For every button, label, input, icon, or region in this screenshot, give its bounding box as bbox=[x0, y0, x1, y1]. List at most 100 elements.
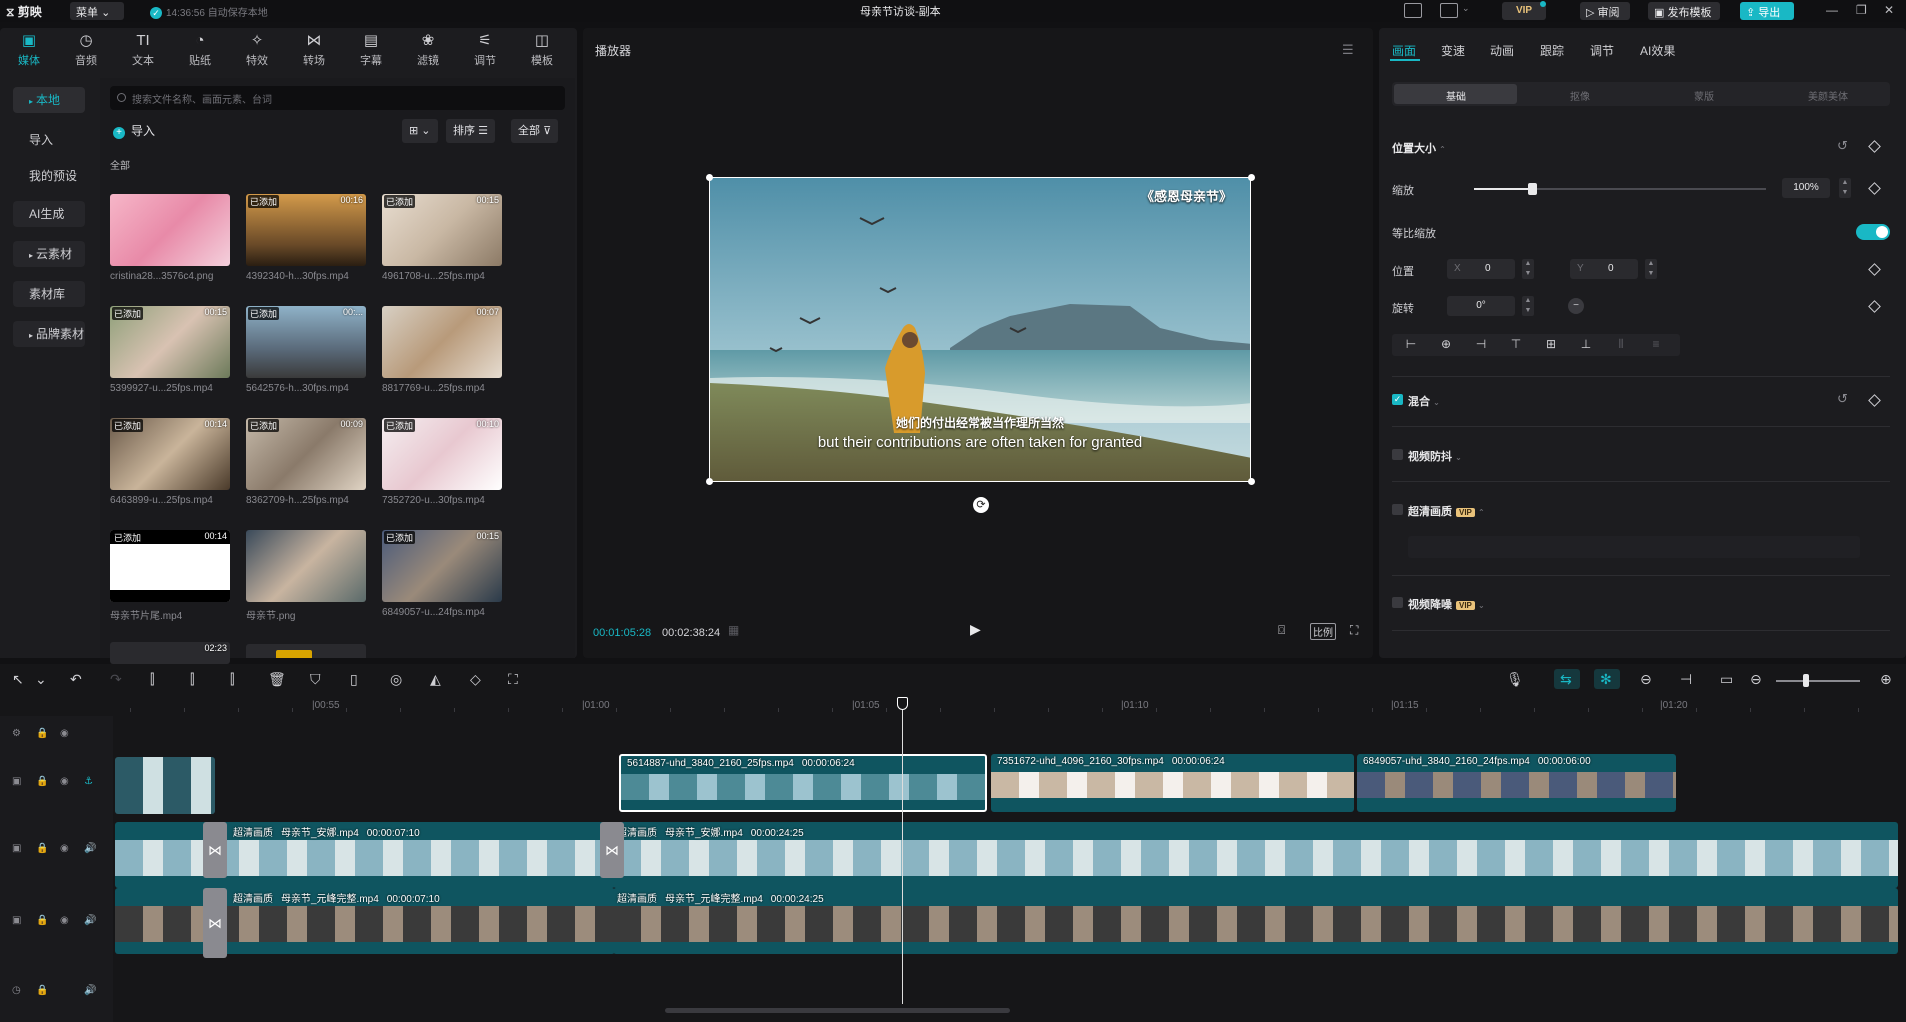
inspector-tab-2[interactable]: 动画 bbox=[1490, 42, 1514, 59]
resize-handle-tl[interactable] bbox=[706, 174, 713, 181]
track-type-icon[interactable]: ▣ bbox=[12, 776, 21, 787]
inspector-subtab-3[interactable]: 美颜美体 bbox=[1766, 88, 1890, 103]
lock-icon[interactable]: 🔒 bbox=[36, 985, 48, 996]
transition-icon[interactable]: ⋈ bbox=[203, 888, 227, 958]
denoise-checkbox[interactable] bbox=[1392, 597, 1403, 608]
inspector-tab-5[interactable]: AI效果 bbox=[1640, 42, 1675, 59]
maximize-icon[interactable]: ❐ bbox=[1856, 3, 1867, 17]
crop-icon[interactable]: ⛶ bbox=[508, 671, 518, 688]
inspector-tab-1[interactable]: 变速 bbox=[1441, 42, 1465, 59]
lock-icon[interactable]: 🔒 bbox=[36, 776, 48, 787]
scale-stepper[interactable]: ▲ ▼ bbox=[1839, 178, 1851, 198]
cover-icon[interactable]: ⚙ bbox=[12, 728, 21, 739]
timeline-clip[interactable]: 超清画质 母亲节_安娜.mp4 00:00:07:10 bbox=[115, 822, 615, 888]
position-y-stepper[interactable]: ▲ ▼ bbox=[1645, 259, 1657, 279]
tool-tab-filter[interactable]: ❀ 滤镜 bbox=[404, 32, 452, 68]
media-item[interactable]: 母亲节.png bbox=[246, 530, 366, 622]
rotate-icon[interactable]: ◇ bbox=[470, 671, 481, 688]
lock-icon[interactable]: 🔒 bbox=[36, 843, 48, 854]
position-size-section[interactable]: 位置大小 ⌃ bbox=[1392, 140, 1446, 156]
eye-icon[interactable]: ◉ bbox=[60, 915, 69, 926]
media-item[interactable]: 已添加 00:15 5399927-u...25fps.mp4 bbox=[110, 306, 230, 394]
chevron-down-icon[interactable]: ⌄ bbox=[1462, 3, 1470, 14]
tool-tab-effect[interactable]: ✧ 特效 bbox=[233, 32, 281, 68]
delete-icon[interactable]: 🗑 bbox=[268, 671, 286, 688]
lock-icon[interactable]: 🔒 bbox=[36, 915, 48, 926]
media-thumbnail[interactable]: 已添加 00:15 bbox=[382, 194, 502, 266]
sidebar-item-1[interactable]: 导入 bbox=[13, 127, 85, 153]
filter-button[interactable]: 全部 ⊽ bbox=[511, 119, 559, 143]
sidebar-item-0[interactable]: ▸ 本地 bbox=[13, 87, 85, 113]
timeline-clip[interactable]: 超清画质 母亲节_元峰完整.mp4 00:00:24:25 bbox=[613, 888, 1898, 954]
tool-tab-media[interactable]: ▣ 媒体 bbox=[5, 32, 53, 68]
hd-section[interactable]: 超清画质 VIP ⌃ bbox=[1408, 503, 1485, 519]
media-item[interactable]: 已添加 00:14 6463899-u...25fps.mp4 bbox=[110, 418, 230, 506]
speed-icon[interactable]: ◎ bbox=[390, 671, 402, 688]
align-left-icon[interactable]: ⊢ bbox=[1394, 337, 1428, 351]
media-thumbnail[interactable]: 已添加 00:15 bbox=[110, 306, 230, 378]
resize-handle-br[interactable] bbox=[1248, 478, 1255, 485]
volume-icon[interactable]: 🔊 bbox=[84, 843, 96, 854]
position-y-input[interactable]: Y0 bbox=[1570, 259, 1638, 279]
tool-tab-adjust[interactable]: ⚟ 调节 bbox=[461, 32, 509, 68]
inspector-subtab-1[interactable]: 抠像 bbox=[1518, 88, 1642, 103]
play-icon[interactable]: ▶ bbox=[970, 621, 981, 638]
track-type-icon[interactable]: ▣ bbox=[12, 843, 21, 854]
align-bottom-icon[interactable]: ⊥ bbox=[1569, 337, 1603, 351]
menu-button[interactable]: 菜单 ⌄ bbox=[70, 2, 124, 20]
rotate-dial-icon[interactable]: − bbox=[1568, 298, 1584, 314]
sidebar-item-2[interactable]: 我的预设 bbox=[13, 163, 85, 189]
media-item[interactable]: cristina28...3576c4.png bbox=[110, 194, 230, 282]
sidebar-item-6[interactable]: ▸ 品牌素材 bbox=[13, 321, 85, 347]
media-thumbnail[interactable]: 已添加 00:14 bbox=[110, 418, 230, 490]
layout-icon[interactable] bbox=[1440, 3, 1458, 18]
menu-icon[interactable]: ☰ bbox=[1342, 42, 1354, 58]
blend-checkbox[interactable]: ✓ bbox=[1392, 394, 1403, 405]
close-icon[interactable]: ✕ bbox=[1884, 3, 1894, 17]
media-thumbnail[interactable]: 已添加 00:16 bbox=[246, 194, 366, 266]
media-item[interactable]: 已添加 00:16 4392340-h...30fps.mp4 bbox=[246, 194, 366, 282]
zoom-out-icon[interactable]: ⊖ bbox=[1750, 671, 1762, 688]
media-item[interactable]: 已添加 00:15 4961708-u...25fps.mp4 bbox=[382, 194, 502, 282]
fullscreen-icon[interactable]: ⛶ bbox=[1350, 623, 1358, 638]
lock-icon[interactable]: 🔒 bbox=[36, 728, 48, 739]
distribute-v-icon[interactable]: ≡ bbox=[1639, 337, 1673, 351]
auto-snap-icon[interactable]: ✻ bbox=[1600, 671, 1612, 688]
sidebar-item-5[interactable]: 素材库 bbox=[13, 281, 85, 307]
tool-tab-template[interactable]: ◫ 模板 bbox=[518, 32, 566, 68]
undo-icon[interactable]: ↶ bbox=[70, 671, 82, 688]
microphone-icon[interactable]: 🎙 bbox=[1506, 671, 1524, 688]
align-right-icon[interactable]: ⊣ bbox=[1464, 337, 1498, 351]
playhead-line[interactable] bbox=[902, 706, 903, 1004]
shield-icon[interactable]: ⛉ bbox=[310, 671, 321, 688]
timecode-grid-icon[interactable]: ▦ bbox=[728, 623, 739, 637]
timeline-clip[interactable]: 5614887-uhd_3840_2160_25fps.mp4 00:00:06:… bbox=[619, 754, 987, 812]
distribute-h-icon[interactable]: ⫴ bbox=[1604, 337, 1638, 352]
media-thumbnail[interactable]: 已添加 00:09 bbox=[246, 418, 366, 490]
audio-track-icon[interactable]: ◷ bbox=[12, 985, 21, 996]
import-button[interactable]: + 导入 bbox=[113, 122, 155, 139]
view-mode-button[interactable]: ⊞ ⌄ bbox=[402, 119, 438, 143]
media-item[interactable]: 00:07 8817769-u...25fps.mp4 bbox=[382, 306, 502, 394]
zoom-slider-handle[interactable] bbox=[1803, 674, 1809, 687]
transition-icon[interactable]: ⋈ bbox=[600, 822, 624, 878]
split-left-icon[interactable]: ⫿ bbox=[190, 671, 194, 688]
position-x-stepper[interactable]: ▲ ▼ bbox=[1522, 259, 1534, 279]
main-track-icon[interactable]: ⚓ bbox=[84, 776, 93, 787]
split-right-icon[interactable]: ⫿ bbox=[230, 671, 234, 688]
media-thumbnail[interactable]: 已添加 00:15 bbox=[382, 530, 502, 602]
main-track-magnet-icon[interactable]: ⇆ bbox=[1560, 671, 1572, 688]
keyboard-icon[interactable] bbox=[1404, 3, 1422, 18]
zoom-in-icon[interactable]: ⊕ bbox=[1880, 671, 1892, 688]
video-preview[interactable]: 《感恩母亲节》 她们的付出经常被当作理所当然 but their contrib… bbox=[709, 177, 1251, 482]
preview-mode-icon[interactable]: ▭ bbox=[1720, 671, 1733, 688]
minimize-icon[interactable]: — bbox=[1826, 3, 1838, 17]
align-center-v-icon[interactable]: ⊞ bbox=[1534, 337, 1568, 351]
playhead-handle[interactable] bbox=[897, 697, 908, 710]
media-search-input[interactable]: 搜索文件名称、画面元素、台词 bbox=[110, 86, 565, 110]
media-thumbnail[interactable] bbox=[246, 530, 366, 602]
media-item[interactable]: 已添加 00:09 8362709-h...25fps.mp4 bbox=[246, 418, 366, 506]
export-button[interactable]: ⇪ 导出 bbox=[1740, 2, 1794, 20]
chevron-down-icon[interactable]: ⌄ bbox=[35, 671, 47, 688]
transition-icon[interactable]: ⋈ bbox=[203, 822, 227, 878]
